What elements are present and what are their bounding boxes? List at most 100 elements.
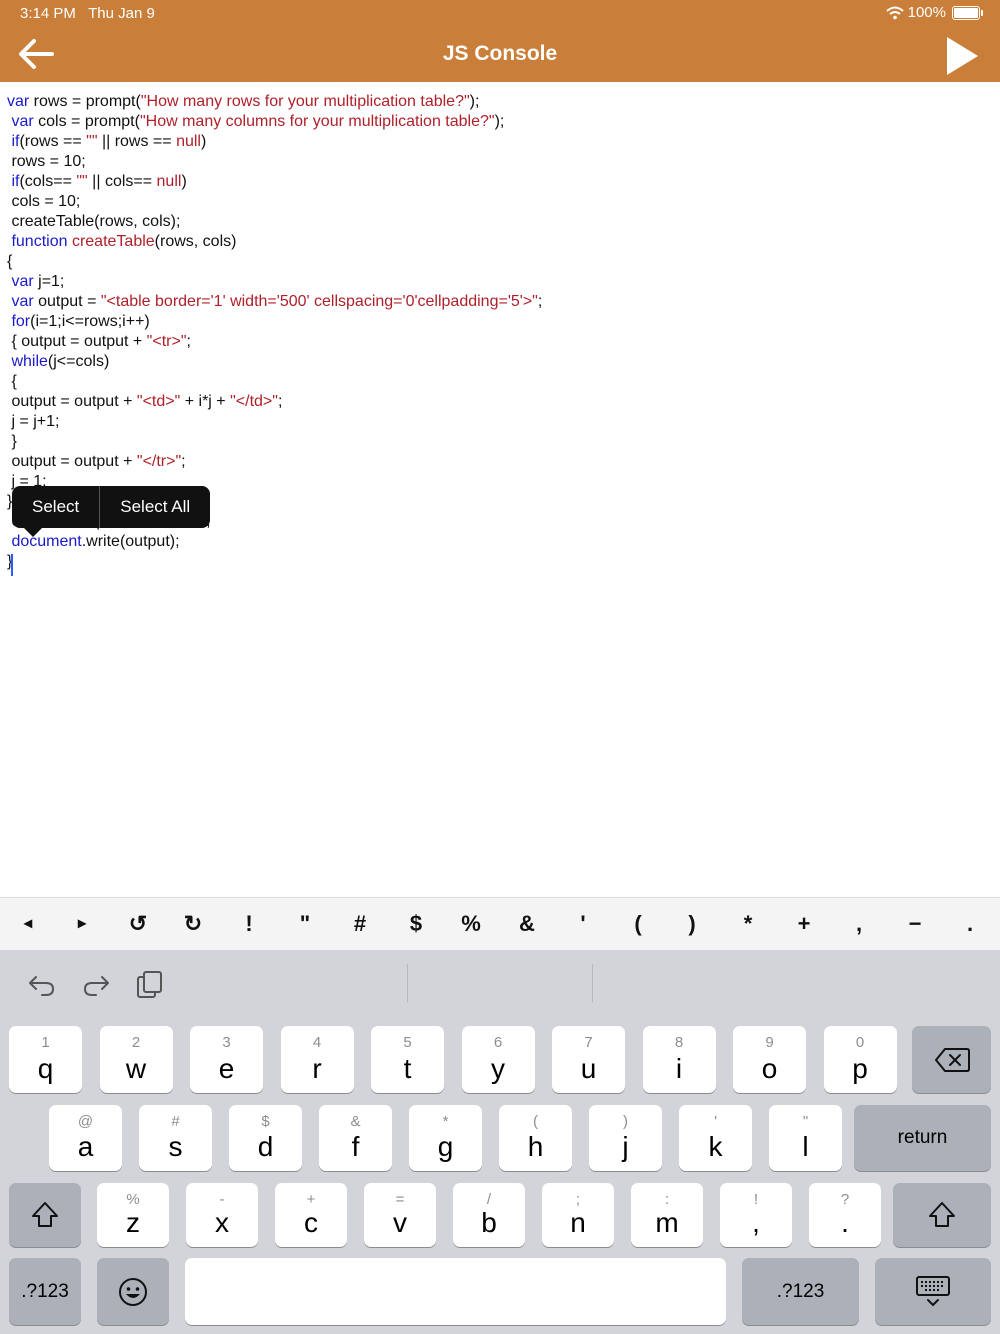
emoji-icon [119, 1278, 147, 1306]
key-label: i [675, 1053, 683, 1084]
key-u[interactable]: 7u [552, 1026, 625, 1093]
key-label: q [37, 1053, 54, 1084]
code-line: j = j+1; [7, 413, 60, 430]
double-quote-key[interactable]: " [277, 898, 333, 950]
code-line: } [7, 433, 17, 450]
key-w[interactable]: 2w [99, 1026, 173, 1093]
code-editor[interactable]: var rows = prompt("How many rows for you… [0, 82, 1000, 897]
key-f[interactable]: & f [319, 1105, 392, 1171]
key-i[interactable]: 8i [642, 1026, 716, 1093]
key-,[interactable]: !, [720, 1183, 792, 1247]
paste-icon[interactable] [134, 968, 166, 1000]
undo-icon[interactable] [26, 968, 58, 1000]
key-label: s [168, 1131, 183, 1162]
key-.[interactable]: ?. [809, 1183, 881, 1247]
key-x[interactable]: -x [186, 1183, 258, 1247]
shift-key-right[interactable] [893, 1183, 991, 1247]
key-c[interactable]: + c [275, 1183, 347, 1247]
ampersand-key[interactable]: & [499, 898, 555, 950]
key-hint: " [802, 1113, 809, 1130]
cursor-left-key[interactable]: ◂ [0, 898, 56, 950]
percent-key[interactable]: % [443, 898, 499, 950]
exclamation-key[interactable]: ! [221, 898, 277, 950]
numbers-key-left[interactable]: .?123 [9, 1258, 81, 1325]
emoji-key[interactable] [97, 1258, 169, 1325]
shift-key-left[interactable] [9, 1183, 81, 1247]
period-key[interactable]: . [942, 898, 998, 950]
status-right: 100% [885, 4, 983, 21]
key-hint: : [664, 1191, 670, 1208]
key-d[interactable]: $ d [229, 1105, 302, 1171]
key-label: e [218, 1053, 235, 1084]
key-k[interactable]: ' k [679, 1105, 752, 1171]
key-label: r [312, 1053, 322, 1084]
run-button[interactable] [944, 36, 980, 76]
code-line: { [7, 373, 17, 390]
dollar-key[interactable]: $ [388, 898, 444, 950]
select-all-menu-item[interactable]: Select All [100, 486, 210, 528]
numbers-key-right[interactable]: .?123 [742, 1258, 859, 1325]
cursor-right-key[interactable]: ▸ [54, 898, 110, 950]
app-header: 3:14 PM Thu Jan 9 100% JS Console [0, 0, 1000, 82]
redo-key[interactable]: ↻ [165, 898, 221, 950]
key-b[interactable]: / b [453, 1183, 525, 1247]
key-s[interactable]: # s [139, 1105, 212, 1171]
key-label: . [841, 1207, 849, 1238]
key-q[interactable]: 1q [9, 1026, 82, 1093]
key-n[interactable]: ; n [542, 1183, 614, 1247]
key-label: g [437, 1131, 454, 1162]
key-label: y [491, 1053, 505, 1084]
key-m[interactable]: :m [631, 1183, 703, 1247]
hash-key[interactable]: # [332, 898, 388, 950]
key-l[interactable]: " l [769, 1105, 842, 1171]
code-line: var rows = prompt("How many rows for you… [7, 93, 480, 110]
key-label: v [393, 1207, 407, 1238]
space-key[interactable] [185, 1258, 726, 1325]
key-hint: 8 [674, 1034, 684, 1051]
key-hint: * [442, 1113, 449, 1130]
key-hint: / [486, 1191, 492, 1208]
dismiss-keyboard-key[interactable] [875, 1258, 991, 1325]
key-label: b [481, 1207, 497, 1238]
code-line: cols = 10; [7, 193, 81, 210]
key-j[interactable]: ) j [589, 1105, 662, 1171]
key-e[interactable]: 3e [190, 1026, 263, 1093]
key-y[interactable]: 6y [461, 1026, 535, 1093]
redo-icon[interactable] [80, 968, 112, 1000]
key-p[interactable]: 0p [823, 1026, 897, 1093]
key-t[interactable]: 5t [371, 1026, 444, 1093]
close-paren-key[interactable]: ) [664, 898, 720, 950]
key-v[interactable]: = v [364, 1183, 436, 1247]
single-quote-key[interactable]: ' [555, 898, 611, 950]
asterisk-key[interactable]: * [720, 898, 776, 950]
key-label: l [802, 1131, 809, 1162]
comma-key[interactable]: , [831, 898, 887, 950]
keyboard: 1q2w3e4r5t6y7u8i9o0p @ a # s $ d & f * g(h) j ' k " l … [0, 950, 1000, 1334]
status-time: 3:14 PM Thu Jan 9 [20, 5, 155, 22]
key-label: z [126, 1207, 140, 1238]
key-r[interactable]: 4r [280, 1026, 354, 1093]
code-line: output = output + "</tr>"; [7, 453, 186, 470]
code-line: createTable(rows, cols); [7, 213, 181, 230]
key-o[interactable]: 9o [733, 1026, 806, 1093]
key-hint: 3 [222, 1034, 231, 1051]
undo-key[interactable]: ↺ [110, 898, 166, 950]
plus-key[interactable]: + [776, 898, 832, 950]
minus-key[interactable]: − [887, 898, 943, 950]
key-label: n [570, 1207, 586, 1238]
key-label: u [580, 1053, 597, 1084]
open-paren-key[interactable]: ( [610, 898, 666, 950]
key-label: c [304, 1207, 318, 1238]
status-date: Thu Jan 9 [88, 5, 155, 22]
shift-icon [32, 1202, 58, 1227]
key-label: x [215, 1207, 229, 1238]
return-key[interactable]: return [854, 1105, 991, 1171]
key-a[interactable]: @ a [49, 1105, 122, 1171]
key-hint: ; [575, 1191, 581, 1208]
select-menu-item[interactable]: Select [12, 486, 99, 528]
delete-key[interactable] [912, 1026, 991, 1093]
key-g[interactable]: * g [409, 1105, 482, 1171]
key-h[interactable]: (h [499, 1105, 572, 1171]
code-line: if(rows == "" || rows == null) [11, 133, 207, 150]
key-z[interactable]: % z [97, 1183, 169, 1247]
